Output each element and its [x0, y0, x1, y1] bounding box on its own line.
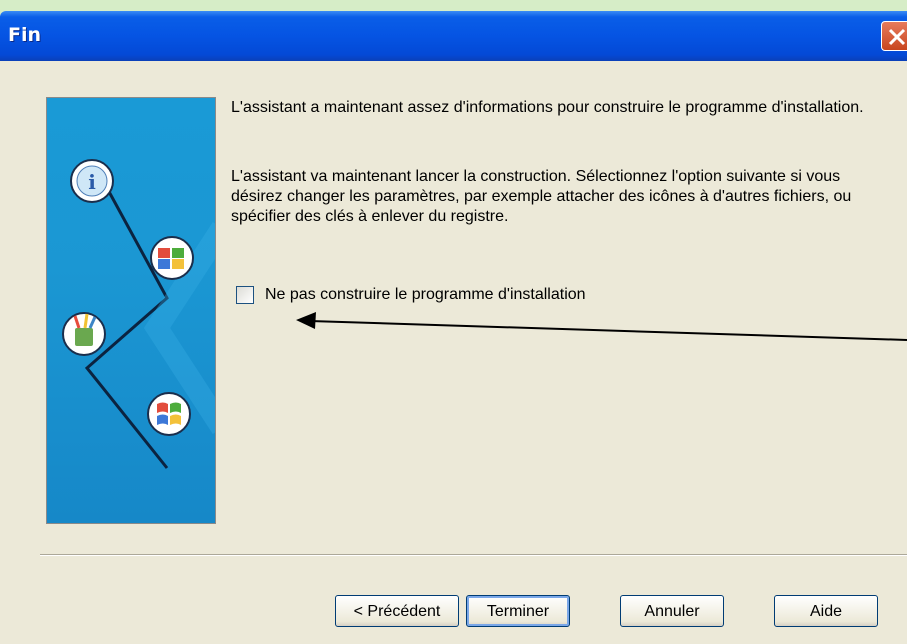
info-icon: i	[70, 159, 114, 203]
previous-button[interactable]: < Précédent	[335, 595, 459, 627]
no-build-checkbox-label[interactable]: Ne pas construire le programme d'install…	[265, 286, 586, 304]
close-button[interactable]	[881, 21, 907, 51]
no-build-checkbox[interactable]	[236, 286, 254, 304]
wizard-banner: i	[46, 97, 216, 524]
instructions-paragraph: L'assistant va maintenant lancer la cons…	[231, 168, 852, 225]
help-button[interactable]: Aide	[774, 595, 878, 627]
tools-icon	[62, 312, 106, 356]
windows-logo-icon	[147, 392, 191, 436]
title-bar[interactable]: Fin	[0, 11, 907, 61]
window-title: Fin	[8, 24, 42, 46]
svg-text:i: i	[88, 170, 96, 194]
intro-paragraph: L'assistant a maintenant assez d'informa…	[231, 99, 864, 116]
close-icon	[888, 28, 906, 46]
finish-button[interactable]: Terminer	[466, 595, 570, 627]
cancel-button[interactable]: Annuler	[620, 595, 724, 627]
separator-highlight	[40, 555, 907, 556]
wizard-banner-graphic: i	[62, 159, 215, 469]
dialog-body: i L'assistant a maintenant assez d'infor…	[0, 61, 907, 644]
applications-icon	[150, 236, 194, 280]
dialog-window: Fin i L'assistant a maintenant assez d'i…	[0, 11, 907, 644]
